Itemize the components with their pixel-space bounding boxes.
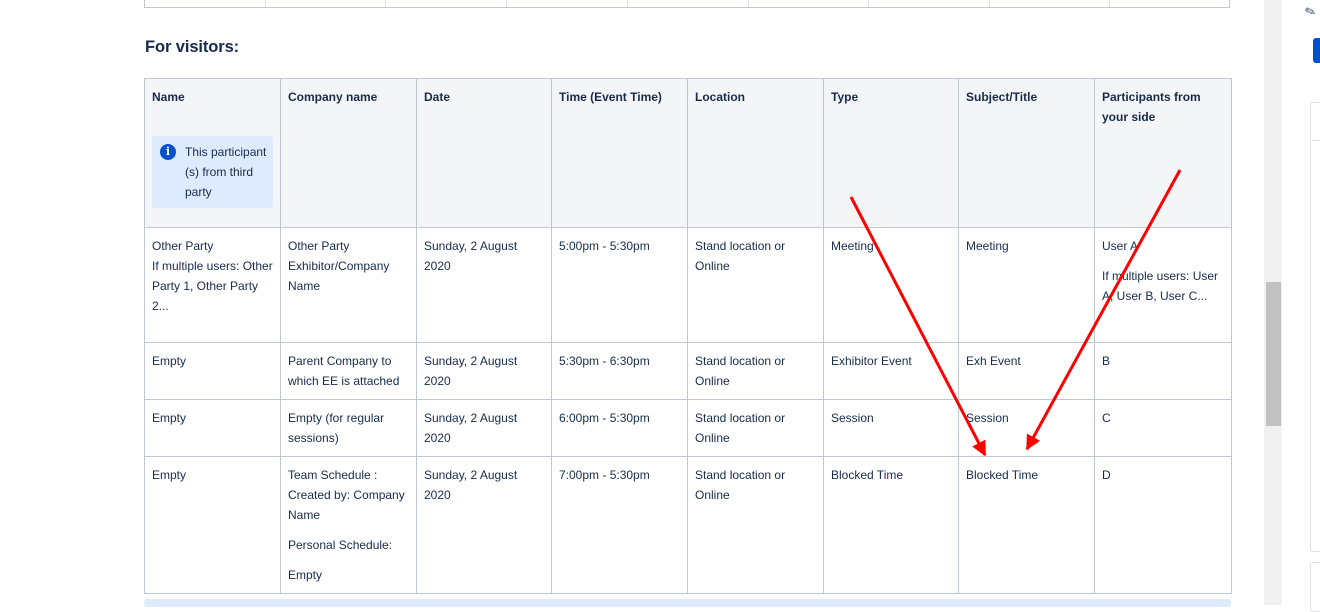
table-row: Empty Team Schedule : Created by: Compan… xyxy=(144,456,1232,594)
cell-name: Empty xyxy=(144,342,281,400)
cell-participants: D xyxy=(1094,456,1232,594)
cell-time: 5:30pm - 6:30pm xyxy=(551,342,688,400)
header-type: Type xyxy=(823,78,959,228)
header-location: Location xyxy=(687,78,824,228)
cell-subject: Exh Event xyxy=(958,342,1095,400)
cell-name: Empty xyxy=(144,399,281,457)
sidebar-divider xyxy=(1312,140,1320,141)
table-row: Empty Empty (for regular sessions) Sunda… xyxy=(144,399,1232,457)
cell-date: Sunday, 2 August 2020 xyxy=(416,456,552,594)
previous-table-bottom-edge xyxy=(144,0,1230,8)
header-participants: Participants from your side xyxy=(1094,78,1232,228)
cell-name: Other Party If multiple users: Other Part… xyxy=(144,227,281,343)
cell-company: Team Schedule : Created by: Company Name… xyxy=(280,456,417,594)
cell-company: Parent Company to which EE is attached xyxy=(280,342,417,400)
cell-type: Meeting xyxy=(823,227,959,343)
header-time: Time (Event Time) xyxy=(551,78,688,228)
cell-company: Empty (for regular sessions) xyxy=(280,399,417,457)
next-info-panel-edge xyxy=(144,599,1231,607)
cell-location: Stand location or Online xyxy=(687,456,824,594)
cell-date: Sunday, 2 August 2020 xyxy=(416,227,552,343)
info-panel: i This participant (s) from third party xyxy=(152,136,273,208)
header-name: Name i This participant (s) from third p… xyxy=(144,78,281,228)
cell-company: Other Party Exhibitor/Company Name xyxy=(280,227,417,343)
cell-time: 6:00pm - 5:30pm xyxy=(551,399,688,457)
section-heading: For visitors: xyxy=(145,38,240,56)
cell-subject: Blocked Time xyxy=(958,456,1095,594)
visitors-table: Name i This participant (s) from third p… xyxy=(144,78,1232,594)
cell-location: Stand location or Online xyxy=(687,227,824,343)
info-icon: i xyxy=(160,144,176,160)
table-header-row: Name i This participant (s) from third p… xyxy=(144,78,1232,228)
cell-subject: Meeting xyxy=(958,227,1095,343)
header-company-name: Company name xyxy=(280,78,417,228)
header-subject-title: Subject/Title xyxy=(958,78,1095,228)
table-row: Other Party If multiple users: Other Part… xyxy=(144,227,1232,343)
header-label: Name xyxy=(152,90,185,104)
scrollbar-thumb[interactable] xyxy=(1266,282,1281,426)
header-date: Date xyxy=(416,78,552,228)
cell-participants: User A If multiple users: User A, User B,… xyxy=(1094,227,1232,343)
sidebar-panel xyxy=(1310,102,1320,552)
cell-time: 7:00pm - 5:30pm xyxy=(551,456,688,594)
cell-subject: Session xyxy=(958,399,1095,457)
cell-type: Exhibitor Event xyxy=(823,342,959,400)
cell-type: Session xyxy=(823,399,959,457)
cell-name: Empty xyxy=(144,456,281,594)
cell-participants: C xyxy=(1094,399,1232,457)
cell-location: Stand location or Online xyxy=(687,342,824,400)
cell-date: Sunday, 2 August 2020 xyxy=(416,342,552,400)
cell-time: 5:00pm - 5:30pm xyxy=(551,227,688,343)
cell-location: Stand location or Online xyxy=(687,399,824,457)
sidebar-button[interactable] xyxy=(1313,38,1320,63)
table-row: Empty Parent Company to which EE is atta… xyxy=(144,342,1232,400)
cell-type: Blocked Time xyxy=(823,456,959,594)
info-panel-text: This participant (s) from third party xyxy=(185,145,267,199)
cell-date: Sunday, 2 August 2020 xyxy=(416,399,552,457)
cell-participants: B xyxy=(1094,342,1232,400)
